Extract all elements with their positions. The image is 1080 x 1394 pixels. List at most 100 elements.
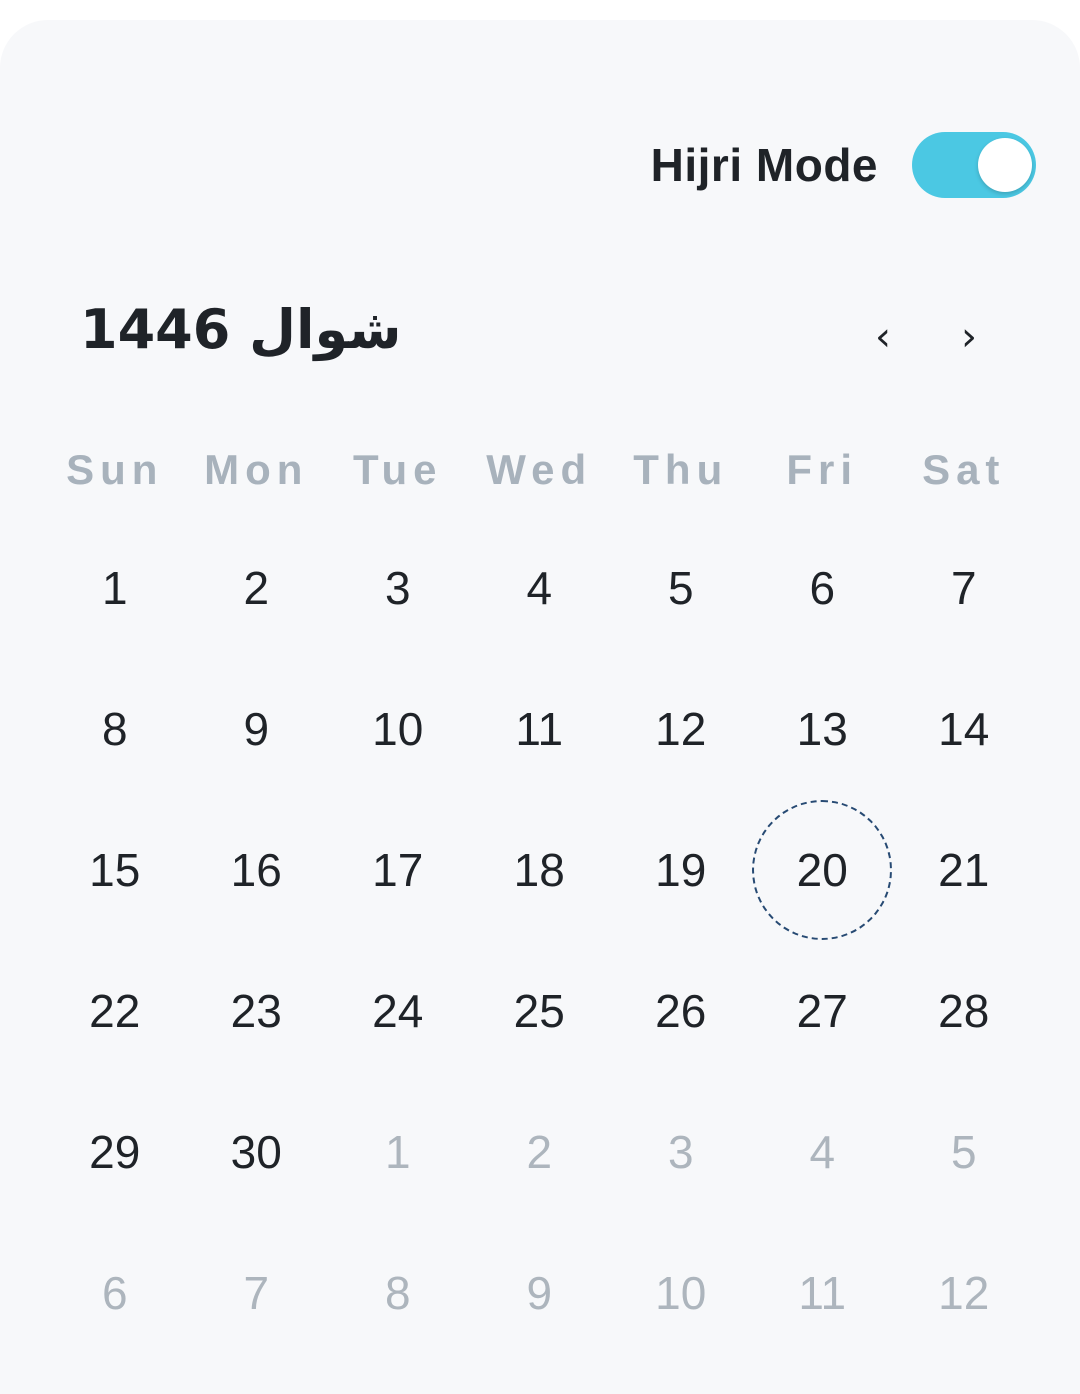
- day-cell[interactable]: 10: [327, 658, 469, 799]
- chevron-right-icon: ›: [961, 314, 977, 360]
- day-number: 2: [526, 1125, 553, 1178]
- day-number: 9: [243, 702, 270, 755]
- day-number: 17: [372, 843, 424, 896]
- day-number: 26: [655, 984, 707, 1037]
- day-number: 5: [950, 1125, 977, 1178]
- day-cell[interactable]: 9: [186, 658, 328, 799]
- day-number: 13: [796, 702, 848, 755]
- weekday-thu: Thu: [633, 446, 729, 493]
- weekday-sun: Sun: [66, 446, 164, 493]
- chevron-left-icon: ‹: [875, 314, 891, 360]
- day-number: 10: [655, 1266, 707, 1319]
- day-number: 24: [372, 984, 424, 1037]
- day-number: 19: [655, 843, 707, 896]
- day-cell[interactable]: 28: [893, 940, 1035, 1081]
- day-cell[interactable]: 18: [469, 799, 611, 940]
- day-cell[interactable]: 4: [469, 517, 611, 658]
- weekday-fri: Fri: [786, 446, 859, 493]
- day-cell-adjacent-month[interactable]: 4: [752, 1081, 894, 1222]
- day-cell[interactable]: 16: [186, 799, 328, 940]
- hijri-mode-toggle[interactable]: [912, 132, 1036, 198]
- day-number: 1: [101, 561, 128, 614]
- day-number: 11: [515, 702, 564, 755]
- day-cell[interactable]: 1: [44, 517, 186, 658]
- day-number: 29: [89, 1125, 141, 1178]
- day-cell[interactable]: 26: [610, 940, 752, 1081]
- hijri-mode-label: Hijri Mode: [650, 139, 878, 191]
- day-cell-adjacent-month[interactable]: 6: [44, 1222, 186, 1363]
- day-cell-adjacent-month[interactable]: 12: [893, 1222, 1035, 1363]
- day-cell[interactable]: 23: [186, 940, 328, 1081]
- day-cell[interactable]: 14: [893, 658, 1035, 799]
- month-title: شوال 1446: [80, 298, 402, 361]
- day-number: 6: [101, 1266, 128, 1319]
- day-number: 8: [101, 702, 128, 755]
- day-number: 28: [938, 984, 990, 1037]
- day-cell-adjacent-month[interactable]: 2: [469, 1081, 611, 1222]
- day-cell-adjacent-month[interactable]: 11: [752, 1222, 894, 1363]
- day-cell[interactable]: 11: [469, 658, 611, 799]
- day-cell[interactable]: 3: [327, 517, 469, 658]
- day-cell-adjacent-month[interactable]: 7: [186, 1222, 328, 1363]
- day-number: 1: [384, 1125, 411, 1178]
- day-cell[interactable]: 17: [327, 799, 469, 940]
- day-number: 7: [950, 561, 977, 614]
- weekday-header-row: Sun Mon Tue Wed Thu Fri Sat: [44, 440, 1036, 500]
- day-cell[interactable]: 8: [44, 658, 186, 799]
- day-number: 22: [89, 984, 141, 1037]
- day-cell-adjacent-month[interactable]: 10: [610, 1222, 752, 1363]
- day-cell-adjacent-month[interactable]: 1: [327, 1081, 469, 1222]
- weekday-sat: Sat: [922, 446, 1006, 493]
- day-number: 27: [796, 984, 848, 1037]
- day-number: 2: [243, 561, 270, 614]
- weekday-mon: Mon: [204, 446, 309, 493]
- weekday-wed: Wed: [486, 446, 593, 493]
- day-cell[interactable]: 25: [469, 940, 611, 1081]
- day-cell[interactable]: 24: [327, 940, 469, 1081]
- day-number: 4: [526, 561, 553, 614]
- day-cell-adjacent-month[interactable]: 3: [610, 1081, 752, 1222]
- day-cell[interactable]: 29: [44, 1081, 186, 1222]
- day-cell-adjacent-month[interactable]: 5: [893, 1081, 1035, 1222]
- day-cell[interactable]: 13: [752, 658, 894, 799]
- hijri-mode-row: Hijri Mode: [651, 130, 1036, 200]
- day-cell[interactable]: 12: [610, 658, 752, 799]
- day-cell-today[interactable]: 20: [752, 799, 894, 940]
- day-number: 30: [230, 1125, 282, 1178]
- day-cell[interactable]: 19: [610, 799, 752, 940]
- day-number: 7: [243, 1266, 270, 1319]
- day-number: 3: [667, 1125, 694, 1178]
- day-cell[interactable]: 2: [186, 517, 328, 658]
- day-number: 12: [938, 1266, 990, 1319]
- day-number: 10: [372, 702, 424, 755]
- calendar-card: Hijri Mode شوال 1446 ‹ › Sun Mon Tue Wed…: [0, 20, 1080, 1394]
- day-number: 8: [384, 1266, 411, 1319]
- day-cell[interactable]: 15: [44, 799, 186, 940]
- weekday-tue: Tue: [352, 446, 443, 493]
- day-number: 11: [798, 1266, 847, 1319]
- day-number: 12: [655, 702, 707, 755]
- day-cell[interactable]: 30: [186, 1081, 328, 1222]
- day-cell[interactable]: 5: [610, 517, 752, 658]
- toggle-knob: [978, 138, 1032, 192]
- day-number: 21: [938, 843, 990, 896]
- day-cell[interactable]: 6: [752, 517, 894, 658]
- day-number: 15: [89, 843, 141, 896]
- day-number: 23: [230, 984, 282, 1037]
- day-number: 16: [230, 843, 282, 896]
- day-number: 20: [796, 843, 848, 896]
- day-cell-adjacent-month[interactable]: 8: [327, 1222, 469, 1363]
- day-number: 18: [513, 843, 565, 896]
- day-grid: 1 2 3 4 5 6 7 8 9 10 11 12 13 14 15 16 17 18 19 20 21 22 23 24 2…: [44, 517, 1036, 1363]
- prev-month-button[interactable]: ‹: [858, 310, 908, 364]
- day-number: 6: [809, 561, 836, 614]
- day-number: 14: [938, 702, 990, 755]
- day-number: 3: [384, 561, 411, 614]
- day-cell-adjacent-month[interactable]: 9: [469, 1222, 611, 1363]
- day-cell[interactable]: 22: [44, 940, 186, 1081]
- day-cell[interactable]: 7: [893, 517, 1035, 658]
- day-cell[interactable]: 27: [752, 940, 894, 1081]
- day-number: 4: [809, 1125, 836, 1178]
- next-month-button[interactable]: ›: [944, 310, 994, 364]
- day-cell[interactable]: 21: [893, 799, 1035, 940]
